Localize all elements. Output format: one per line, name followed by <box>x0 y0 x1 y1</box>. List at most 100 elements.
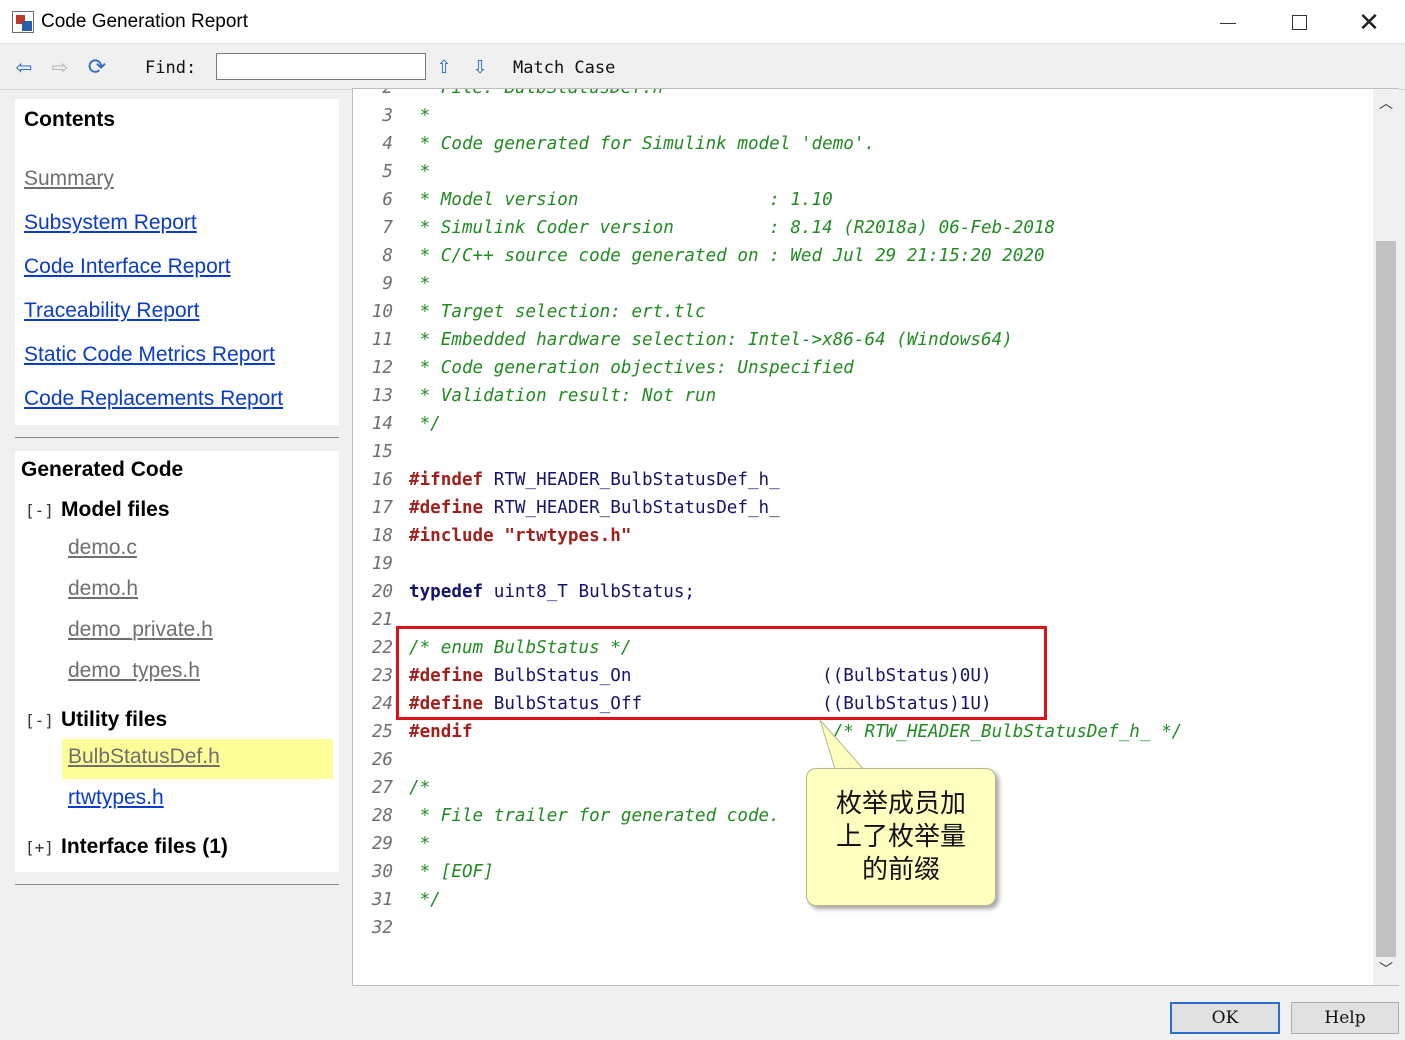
code-line: 11 * Embedded hardware selection: Intel-… <box>353 326 1373 354</box>
line-number: 3 <box>382 106 393 126</box>
code-token: * Target selection: ert.tlc <box>409 302 706 322</box>
code-content: * File trailer for generated code. <box>409 802 780 830</box>
line-number: 8 <box>382 246 393 266</box>
code-line: 7 * Simulink Coder version : 8.14 (R2018… <box>353 214 1373 242</box>
code-line: 2 * File: BulbStatusDef.h <box>353 88 1373 102</box>
minimize-icon <box>1220 22 1236 24</box>
callout-line: 枚举成员加 <box>835 788 966 819</box>
code-line: 13 * Validation result: Not run <box>353 382 1373 410</box>
code-content: #define RTW_HEADER_BulbStatusDef_h_ <box>409 494 780 522</box>
line-number: 15 <box>371 442 393 462</box>
code-line: 18 #include "rtwtypes.h" <box>353 522 1373 550</box>
find-input[interactable] <box>216 53 426 80</box>
code-line: 15 <box>353 438 1373 466</box>
code-line: 16 #ifndef RTW_HEADER_BulbStatusDef_h_ <box>353 466 1373 494</box>
code-line: 10 * Target selection: ert.tlc <box>353 298 1373 326</box>
minimize-button[interactable] <box>1198 0 1258 44</box>
file-link-demo-private-h[interactable]: demo_private.h <box>68 618 213 642</box>
line-number: 13 <box>371 386 393 406</box>
code-token: * <box>409 106 431 126</box>
code-token: /* RTW_HEADER_BulbStatusDef_h_ */ <box>832 722 1183 742</box>
callout-line: 上了枚举量 <box>835 821 966 852</box>
code-content: #ifndef RTW_HEADER_BulbStatusDef_h_ <box>409 466 780 494</box>
refresh-icon[interactable]: ⟳ <box>85 54 109 79</box>
static-code-metrics-report-link[interactable]: Static Code Metrics Report <box>24 343 275 367</box>
find-label: Find: <box>145 58 197 78</box>
scrollbar-thumb[interactable] <box>1376 241 1396 957</box>
code-content: * Target selection: ert.tlc <box>409 298 706 326</box>
file-link-rtwtypes-h[interactable]: rtwtypes.h <box>68 786 164 810</box>
app-icon <box>12 11 34 33</box>
code-content: * Code generation objectives: Unspecifie… <box>409 354 854 382</box>
line-number: 5 <box>382 162 393 182</box>
line-number: 27 <box>371 778 393 798</box>
line-number: 7 <box>382 218 393 238</box>
code-line: 6 * Model version : 1.10 <box>353 186 1373 214</box>
generated-code-panel: Generated Code [-] Model files demo.c de… <box>15 451 339 872</box>
toolbar: ⇦ ⇨ ⟳ Find: ⇧ ⇩ Match Case <box>0 44 1405 90</box>
code-token: * Embedded hardware selection: Intel->x8… <box>409 330 1013 350</box>
code-line: 20 typedef uint8_T BulbStatus; <box>353 578 1373 606</box>
code-content: * <box>409 158 431 186</box>
code-line: 32 <box>353 914 1373 942</box>
scroll-down-icon[interactable]: ﹀ <box>1373 959 1399 981</box>
find-previous-icon[interactable]: ⇧ <box>434 56 454 78</box>
line-number: 9 <box>382 274 393 294</box>
close-button[interactable]: ✕ <box>1339 0 1399 44</box>
help-button[interactable]: Help <box>1291 1002 1399 1034</box>
window-title: Code Generation Report <box>41 11 249 32</box>
code-line: 14 */ <box>353 410 1373 438</box>
code-content: #include "rtwtypes.h" <box>409 522 631 550</box>
back-arrow-icon[interactable]: ⇦ <box>12 56 36 79</box>
code-token: * C/C++ source code generated on : Wed J… <box>409 246 1045 266</box>
code-content: * C/C++ source code generated on : Wed J… <box>409 242 1045 270</box>
forward-arrow-icon[interactable]: ⇨ <box>48 56 72 79</box>
code-token: #ifndef <box>409 470 484 490</box>
traceability-report-link[interactable]: Traceability Report <box>24 299 199 323</box>
code-line: 12 * Code generation objectives: Unspeci… <box>353 354 1373 382</box>
line-number: 2 <box>382 88 393 98</box>
model-files-toggle[interactable]: [-] <box>25 501 54 520</box>
match-case-option[interactable]: Match Case <box>513 58 615 78</box>
line-number: 6 <box>382 190 393 210</box>
file-link-demo-types-h[interactable]: demo_types.h <box>68 659 200 683</box>
find-next-icon[interactable]: ⇩ <box>470 56 490 78</box>
generated-code-title: Generated Code <box>21 458 184 481</box>
code-token: uint8_T BulbStatus; <box>483 582 696 602</box>
divider <box>15 437 339 438</box>
code-interface-report-link[interactable]: Code Interface Report <box>24 255 231 279</box>
code-content: */ <box>409 410 441 438</box>
code-token: * Validation result: Not run <box>409 386 717 406</box>
code-replacements-report-link[interactable]: Code Replacements Report <box>24 387 283 411</box>
interface-files-toggle[interactable]: [+] <box>25 838 54 857</box>
ok-button[interactable]: OK <box>1170 1002 1280 1034</box>
file-link-demo-c[interactable]: demo.c <box>68 536 137 560</box>
line-number: 29 <box>371 834 393 854</box>
line-number: 21 <box>371 610 393 630</box>
code-line: 3 * <box>353 102 1373 130</box>
code-content: */ <box>409 886 441 914</box>
maximize-button[interactable] <box>1269 0 1329 44</box>
line-number: 24 <box>371 694 393 714</box>
line-number: 20 <box>371 582 393 602</box>
code-token: * Code generation objectives: Unspecifie… <box>409 358 854 378</box>
annotation-highlight-box <box>396 626 1047 720</box>
file-link-demo-h[interactable]: demo.h <box>68 577 138 601</box>
file-link-bulbstatusdef-h[interactable]: BulbStatusDef.h <box>68 745 220 769</box>
utility-files-toggle[interactable]: [-] <box>25 711 54 730</box>
summary-link[interactable]: Summary <box>24 167 114 191</box>
code-line: 5 * <box>353 158 1373 186</box>
line-number: 14 <box>371 414 393 434</box>
code-content: * [EOF] <box>409 858 494 886</box>
code-token: * Simulink Coder version : 8.14 (R2018a)… <box>409 218 1056 238</box>
vertical-scrollbar[interactable]: ︿ ﹀ <box>1373 89 1399 985</box>
interface-files-title: Interface files (1) <box>61 835 228 858</box>
title-bar: Code Generation Report ✕ <box>0 0 1405 44</box>
scroll-up-icon[interactable]: ︿ <box>1373 93 1399 115</box>
subsystem-report-link[interactable]: Subsystem Report <box>24 211 197 235</box>
code-token: RTW_HEADER_BulbStatusDef_h_ <box>483 470 780 490</box>
code-line: 9 * <box>353 270 1373 298</box>
code-content: * Model version : 1.10 <box>409 186 833 214</box>
